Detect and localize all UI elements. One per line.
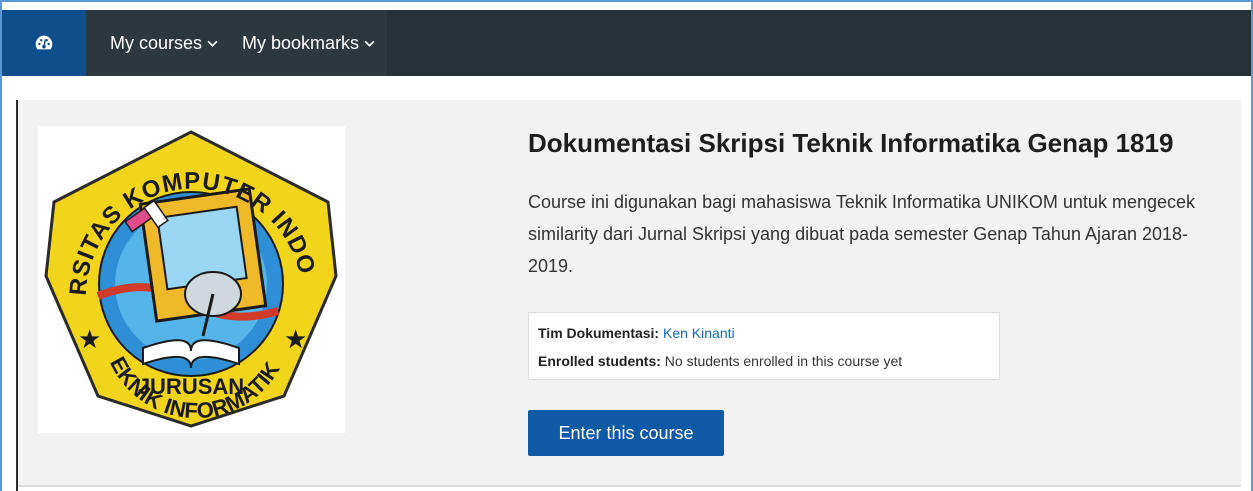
- nav-my-bookmarks-label: My bookmarks: [242, 32, 360, 53]
- enrolled-students-label: Enrolled students:: [538, 353, 665, 369]
- chevron-down-icon: [207, 40, 218, 47]
- dashboard-gauge-icon: [35, 35, 53, 50]
- svg-text:★: ★: [284, 325, 307, 355]
- nav-my-bookmarks[interactable]: My bookmarks: [230, 10, 388, 76]
- enrolled-students-row: Enrolled students: No students enrolled …: [538, 347, 990, 375]
- contact-role-label: Tim Dokumentasi:: [538, 325, 663, 341]
- enrolled-students-value: No students enrolled in this course yet: [664, 353, 903, 369]
- course-info-box: Tim Dokumentasi: Ken Kinanti Enrolled st…: [528, 312, 1000, 380]
- nav-my-courses-label: My courses: [110, 32, 203, 53]
- enter-course-button[interactable]: Enter this course: [528, 410, 724, 456]
- navbar-spacer: [387, 10, 1251, 76]
- course-contact-row: Tim Dokumentasi: Ken Kinanti: [538, 319, 990, 347]
- course-image[interactable]: ★ ★ UNIVERSITAS KOMPUTER INDONESIA JURUS…: [29, 105, 345, 433]
- course-title[interactable]: Dokumentasi Skripsi Teknik Informatika G…: [528, 128, 1173, 159]
- course-box: ★ ★ UNIVERSITAS KOMPUTER INDONESIA JURUS…: [18, 100, 1241, 487]
- nav-my-courses[interactable]: My courses: [86, 10, 231, 76]
- top-navbar: My courses My bookmarks: [2, 10, 1251, 76]
- course-summary: Course ini digunakan bagi mahasiswa Tekn…: [528, 192, 1195, 276]
- svg-text:★: ★: [78, 325, 101, 355]
- chevron-down-icon: [364, 40, 375, 47]
- dashboard-button[interactable]: [2, 10, 86, 76]
- contact-name-link[interactable]: Ken Kinanti: [663, 325, 735, 341]
- unikom-logo: ★ ★ UNIVERSITAS KOMPUTER INDONESIA JURUS…: [29, 105, 338, 428]
- window-frame-top: [0, 0, 1253, 2]
